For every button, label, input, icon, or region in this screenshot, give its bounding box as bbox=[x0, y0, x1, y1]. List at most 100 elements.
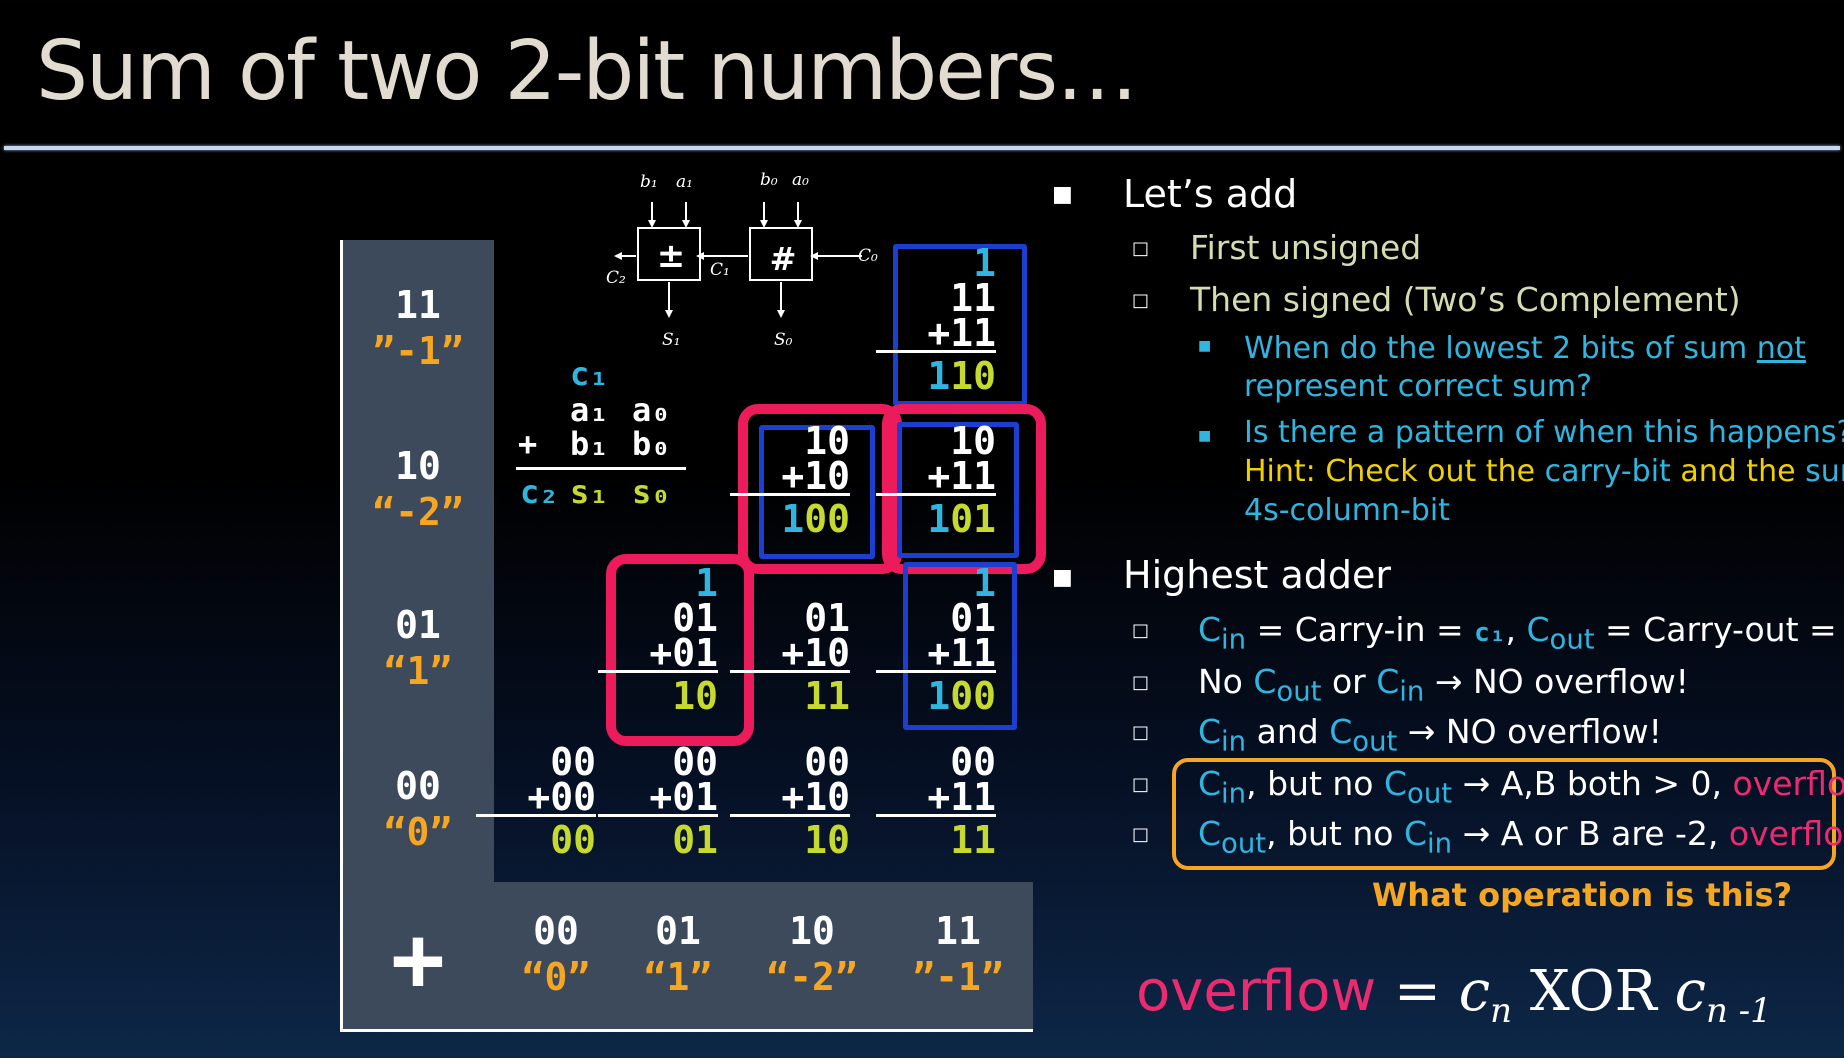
addend-b: +01 bbox=[598, 634, 718, 673]
sub-bullet-marker: □ bbox=[1132, 824, 1150, 845]
sum-cell-00-00: 00 +00 00 bbox=[476, 743, 596, 862]
cout-subscript: out bbox=[1221, 827, 1267, 860]
sum-result: 10 bbox=[804, 818, 850, 862]
col-label-bits: 00 bbox=[533, 909, 579, 953]
cout-subscript: out bbox=[1407, 777, 1453, 810]
c1-symbol: c₁ bbox=[1474, 618, 1506, 648]
title-divider bbox=[4, 146, 1840, 150]
row-label-bits: 10 bbox=[395, 444, 441, 488]
question-emphasis: not bbox=[1756, 331, 1806, 366]
cin-subscript: in bbox=[1221, 777, 1247, 810]
subsub-bullet-marker: ■ bbox=[1198, 428, 1212, 444]
cin-subscript: in bbox=[1399, 675, 1425, 708]
overflow-formula: overflow = cn XOR cn -1 bbox=[1136, 960, 1772, 1043]
cout-subscript: out bbox=[1549, 623, 1595, 656]
rule-text: → A or B are -2, bbox=[1452, 814, 1729, 853]
legend-a1: a₁ bbox=[570, 391, 609, 429]
diagram-s0: S₀ bbox=[774, 330, 793, 350]
sum-cell-00-11: 00 +11 11 bbox=[876, 743, 996, 859]
sum-carry-digit: 1 bbox=[927, 497, 951, 541]
rule-text: → NO overflow! bbox=[1424, 662, 1689, 701]
sum-low-digits: 01 bbox=[950, 497, 996, 541]
cout-subscript: out bbox=[1276, 675, 1322, 708]
cin-and-cout: Cin and Cout → NO overflow! bbox=[1198, 712, 1662, 762]
addend-b: +11 bbox=[876, 778, 996, 817]
addend-b: +00 bbox=[476, 778, 596, 817]
table-frame-bottom bbox=[340, 1029, 1033, 1032]
addend-b: +11 bbox=[876, 634, 996, 673]
hint-line-cont: 4s-column-bit bbox=[1244, 493, 1450, 528]
definition-text: = Carry-out = bbox=[1594, 610, 1844, 649]
cout-label: C bbox=[1526, 610, 1550, 649]
sum-result: 100 bbox=[730, 500, 850, 538]
sum-result: 101 bbox=[876, 500, 996, 538]
cin-label: C bbox=[1198, 610, 1222, 649]
sub-bullet-then-signed: Then signed (Two’s Complement) bbox=[1190, 280, 1741, 319]
formula-n: n bbox=[1490, 991, 1513, 1032]
sum-cell-01-11: 1 01 +11 100 bbox=[876, 564, 996, 715]
addend-b: +10 bbox=[730, 778, 850, 817]
sum-cell-00-01: 00 +01 01 bbox=[598, 743, 718, 862]
col-label-value: ”-1” bbox=[912, 955, 1004, 999]
diagram-b0: b₀ bbox=[760, 170, 778, 190]
cin-label: C bbox=[1198, 712, 1222, 751]
cout-subscript: out bbox=[1352, 725, 1398, 758]
adder-symbol-0: # bbox=[769, 240, 797, 278]
adder-symbol-1: ± bbox=[656, 236, 686, 276]
definition-text: = Carry-in = bbox=[1246, 610, 1475, 649]
no-cout-or-cin: No Cout or Cin → NO overflow! bbox=[1198, 662, 1689, 712]
plus-operator: + bbox=[390, 907, 446, 1012]
row-label-11: 11 ”-1” bbox=[342, 282, 494, 374]
sum-result: 100 bbox=[876, 677, 996, 715]
formula-n-minus-1: n -1 bbox=[1705, 991, 1772, 1032]
rule-text: → A,B both > 0, bbox=[1452, 764, 1733, 803]
col-label-value: “0” bbox=[521, 955, 591, 999]
bullet-highest-adder: Highest adder bbox=[1123, 553, 1392, 597]
hint-sum: sum- bbox=[1805, 454, 1844, 489]
cout-no-cin-overflow: Cout, but no Cin → A or B are -2, overfl… bbox=[1198, 814, 1844, 864]
col-label-value: “1” bbox=[643, 955, 713, 999]
diagram-c0: C₀ bbox=[858, 246, 878, 266]
col-label-10: 10 “-2” bbox=[752, 908, 872, 1000]
question-lowest-bits-cont: represent correct sum? bbox=[1244, 369, 1593, 404]
diagram-s1: S₁ bbox=[662, 330, 681, 350]
cout-label: C bbox=[1329, 712, 1353, 751]
addend-b: +01 bbox=[598, 778, 718, 817]
sub-bullet-marker: □ bbox=[1132, 290, 1150, 311]
cin-subscript: in bbox=[1221, 725, 1247, 758]
definition-text: , bbox=[1505, 610, 1527, 649]
page-title: Sum of two 2-bit numbers… bbox=[36, 24, 1138, 119]
legend-s1: s₁ bbox=[570, 473, 609, 511]
row-label-bits: 00 bbox=[395, 764, 441, 808]
sum-low-digits: 00 bbox=[804, 497, 850, 541]
cin-no-cout-overflow: Cin, but no Cout → A,B both > 0, overflo… bbox=[1198, 764, 1844, 814]
hint-carry-bit: carry-bit bbox=[1544, 454, 1671, 489]
sum-result: 01 bbox=[672, 818, 718, 862]
cin-subscript: in bbox=[1427, 827, 1453, 860]
rule-text: No bbox=[1198, 662, 1254, 701]
legend-s0: s₀ bbox=[632, 473, 671, 511]
hint-text: Hint: Check out the bbox=[1244, 454, 1545, 489]
col-label-bits: 10 bbox=[789, 909, 835, 953]
cin-subscript: in bbox=[1221, 623, 1247, 656]
addend-b: +10 bbox=[730, 457, 850, 496]
overflow-word: overflow bbox=[1728, 814, 1844, 853]
row-label-value: ”-1” bbox=[372, 329, 464, 373]
row-label-10: 10 “-2” bbox=[342, 443, 494, 535]
col-label-00: 00 “0” bbox=[496, 908, 616, 1000]
row-label-value: “-2” bbox=[372, 490, 464, 534]
diagram-c1: C₁ bbox=[710, 260, 730, 280]
rule-text: → NO overflow! bbox=[1397, 712, 1662, 751]
question-text: When do the lowest 2 bits of sum bbox=[1244, 331, 1757, 366]
hint-text: and the bbox=[1670, 454, 1806, 489]
sum-cell-00-10: 00 +10 10 bbox=[730, 743, 850, 862]
legend-c2: c₂ bbox=[520, 473, 559, 511]
subsub-bullet-marker: ■ bbox=[1198, 338, 1212, 354]
col-label-11: 11 ”-1” bbox=[898, 908, 1018, 1000]
legend-divider bbox=[516, 467, 686, 470]
bullet-marker: ■ bbox=[1052, 182, 1073, 207]
sum-result: 110 bbox=[876, 357, 996, 395]
operation-question: What operation is this? bbox=[1372, 876, 1793, 914]
sum-result: 00 bbox=[550, 818, 596, 862]
sub-bullet-marker: □ bbox=[1132, 722, 1150, 743]
